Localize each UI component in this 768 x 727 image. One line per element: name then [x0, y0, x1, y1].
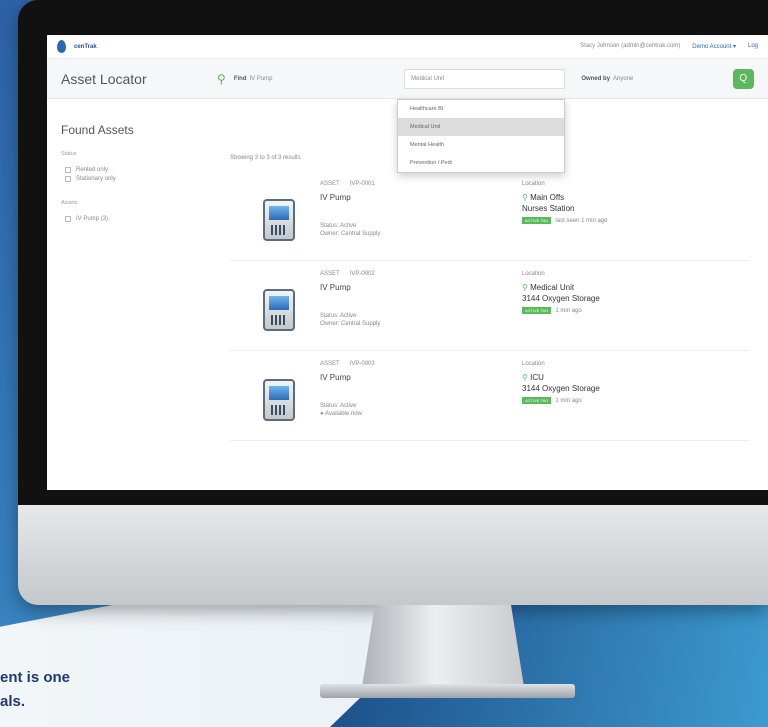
asset-status: Status: Active	[320, 403, 357, 409]
location-area: Main Offs	[530, 193, 565, 202]
status-checkbox[interactable]: Rented only	[65, 167, 211, 173]
status-checkbox[interactable]: Stationary only	[65, 176, 211, 182]
dropdown-item[interactable]: Mental Health	[398, 136, 564, 154]
asset-status: Status: Active	[320, 223, 357, 229]
location-room: Nurses Station	[522, 204, 575, 213]
location-value: Medical Unit	[411, 75, 445, 82]
location-select[interactable]: Medical Unit	[404, 68, 566, 89]
location-room: 3144 Oxygen Storage	[522, 384, 600, 393]
owned-value: Anyone	[613, 75, 634, 82]
logo-icon	[57, 40, 66, 53]
badge-note: 1 min ago	[555, 398, 582, 404]
asset-info: ASSET IVP-0001 IV Pump Status: Active Own…	[320, 181, 500, 238]
asset-id: ASSET	[320, 181, 340, 187]
find-value: IV Pump	[249, 75, 273, 82]
asset-id: ASSET	[320, 271, 340, 277]
checkbox-icon	[65, 167, 71, 173]
badge-note: 1 min ago	[555, 308, 582, 314]
location-dropdown: Healthcare Bt Medical Unit Mental Health…	[397, 99, 565, 173]
map-pin-icon: ⚲	[522, 283, 528, 292]
asset-owner: Owner: Central Supply	[320, 321, 381, 327]
location-area: Medical Unit	[530, 283, 575, 292]
asset-code: IVP-0002	[349, 271, 375, 277]
location-pin-icon: ⚲	[217, 71, 226, 86]
dropdown-item[interactable]: Healthcare Bt	[398, 100, 564, 118]
status-badge: ACTIVE TAG	[522, 397, 552, 404]
account-menu[interactable]: Demo Account ▾	[692, 43, 736, 50]
asset-code: IVP-0003	[349, 361, 375, 367]
dropdown-item[interactable]: Prevention / Pedi	[398, 154, 564, 172]
results-list: Showing 3 to 3 of 3 results ASSET IVP-000…	[230, 155, 750, 441]
tagline-line2: als.	[0, 693, 26, 710]
badge-note: last seen 1 min ago	[555, 218, 608, 224]
monitor-foot	[320, 684, 575, 698]
asset-status: Status: Active	[320, 313, 357, 319]
location-label: Location	[522, 181, 545, 187]
top-bar: cenTrak Stacy Johnson (admin@centrak.com…	[47, 35, 768, 59]
search-button[interactable]: Q	[732, 68, 754, 89]
asset-name: IV Pump	[320, 193, 351, 202]
asset-info: ASSET IVP-0003 IV Pump Status: Active ● A…	[320, 361, 500, 418]
asset-availability: ● Available now	[320, 410, 500, 418]
iv-pump-image	[263, 379, 295, 421]
find-input[interactable]: Find IV Pump	[234, 69, 380, 89]
map-pin-icon: ⚲	[522, 193, 528, 202]
asset-info: ASSET IVP-0002 IV Pump Status: Active Own…	[320, 271, 500, 328]
location-room: 3144 Oxygen Storage	[522, 294, 600, 303]
iv-pump-image	[263, 289, 295, 331]
list-item[interactable]: ASSET IVP-0001 IV Pump Status: Active Own…	[230, 171, 750, 261]
user-email: Stacy Johnson (admin@centrak.com)	[580, 43, 681, 49]
asset-name: IV Pump	[320, 283, 351, 292]
asset-location: Location ⚲ Main Offs Nurses Station ACTI…	[522, 181, 742, 224]
status-filter-head: Status	[61, 151, 77, 157]
monitor-chin	[18, 505, 768, 605]
tagline-line1: ent is one	[0, 669, 71, 686]
dropdown-item-selected[interactable]: Medical Unit	[398, 118, 564, 136]
checkbox-label: Stationary only	[76, 176, 116, 182]
list-item[interactable]: ASSET IVP-0003 IV Pump Status: Active ● A…	[230, 351, 750, 441]
checkbox-icon	[65, 216, 71, 222]
status-badge: ACTIVE TAG	[522, 217, 552, 224]
brand-name: cenTrak	[74, 43, 97, 50]
owned-label: Owned by	[581, 75, 611, 82]
app-screen: cenTrak Stacy Johnson (admin@centrak.com…	[47, 35, 768, 490]
status-badge: ACTIVE TAG	[522, 307, 552, 314]
iv-pump-image	[263, 199, 295, 241]
logout-link[interactable]: Log	[748, 43, 758, 50]
asset-owner: Owner: Central Supply	[320, 231, 381, 237]
find-label: Find	[233, 75, 247, 82]
tagline: ent is one als.	[0, 666, 70, 714]
assets-filter-head: Assets	[61, 200, 78, 206]
page-title: Asset Locator	[61, 70, 147, 87]
asset-checkbox[interactable]: IV Pump (3)	[65, 216, 211, 222]
availability-text: Available now	[324, 411, 362, 417]
asset-name: IV Pump	[320, 373, 351, 382]
owned-by-select[interactable]: Owned by Anyone	[581, 76, 732, 82]
asset-code: IVP-0001	[349, 181, 375, 187]
location-area: ICU	[530, 373, 544, 382]
filter-panel: Found Assets Status Rented only Stationa…	[61, 123, 211, 225]
checkbox-label: IV Pump (3)	[76, 216, 109, 222]
map-pin-icon: ⚲	[522, 373, 528, 382]
asset-location: Location ⚲ Medical Unit 3144 Oxygen Stor…	[522, 271, 742, 314]
monitor-stand	[362, 605, 524, 687]
checkbox-label: Rented only	[76, 167, 109, 173]
location-label: Location	[522, 361, 545, 367]
list-item[interactable]: ASSET IVP-0002 IV Pump Status: Active Own…	[230, 261, 750, 351]
search-bar: Asset Locator ⚲ Find IV Pump Medical Uni…	[47, 59, 768, 99]
location-label: Location	[522, 271, 545, 277]
top-right: Stacy Johnson (admin@centrak.com) Demo A…	[580, 43, 758, 50]
available-icon: ●	[320, 411, 324, 417]
asset-location: Location ⚲ ICU 3144 Oxygen Storage ACTIV…	[522, 361, 742, 404]
checkbox-icon	[65, 176, 71, 182]
asset-id: ASSET	[320, 361, 340, 367]
found-assets-title: Found Assets	[61, 123, 134, 137]
